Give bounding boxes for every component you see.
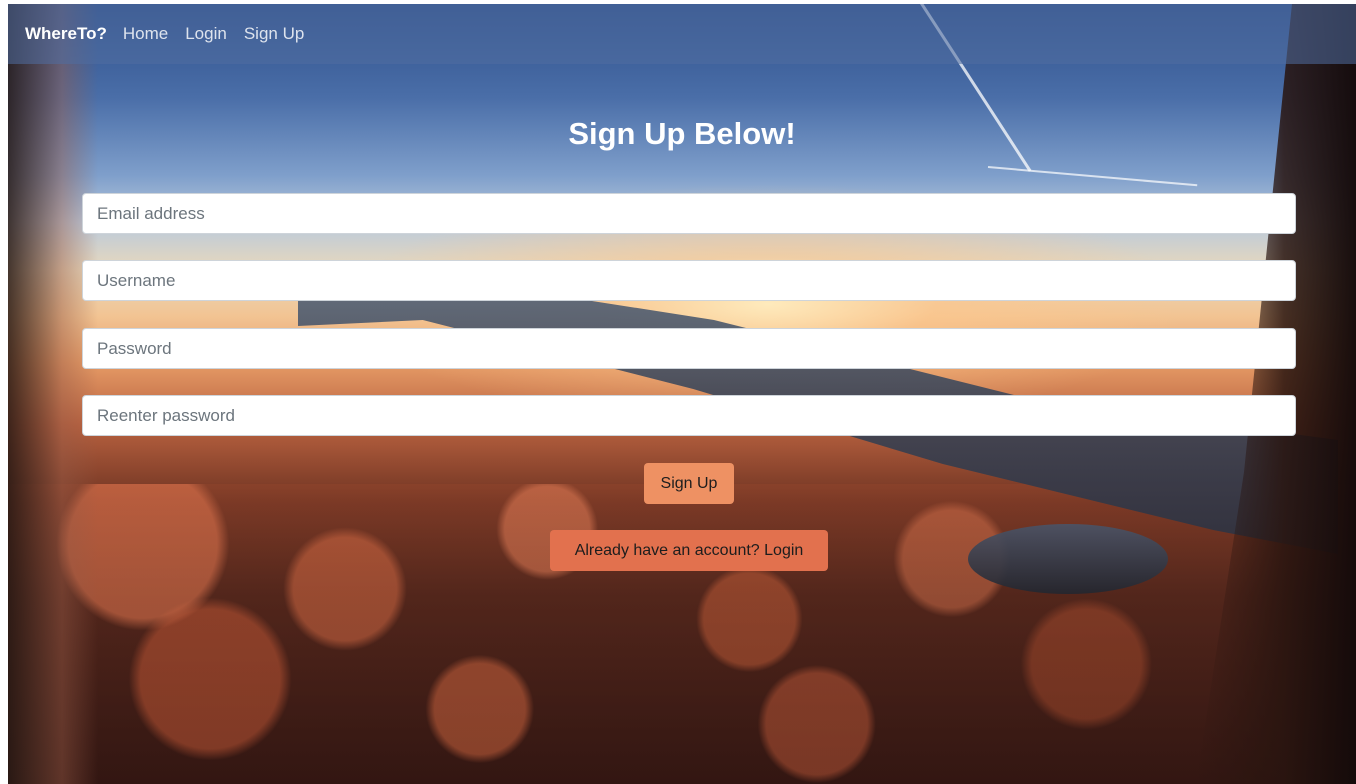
background-contrail-secondary: [987, 166, 1198, 187]
nav-link-signup[interactable]: Sign Up: [244, 24, 304, 44]
reenter-password-field[interactable]: [82, 395, 1296, 436]
navbar: WhereTo? Home Login Sign Up: [8, 4, 1356, 64]
nav-link-login[interactable]: Login: [185, 24, 227, 44]
navbar-brand[interactable]: WhereTo?: [25, 24, 107, 44]
sign-up-button[interactable]: Sign Up: [644, 463, 734, 504]
background-airplane-engine: [968, 524, 1168, 594]
page-viewport: WhereTo? Home Login Sign Up Sign Up Belo…: [8, 4, 1356, 784]
background-clouds: [8, 484, 1356, 784]
login-redirect-button[interactable]: Already have an account? Login: [550, 530, 828, 571]
email-field[interactable]: [82, 193, 1296, 234]
username-field[interactable]: [82, 260, 1296, 301]
nav-link-home[interactable]: Home: [123, 24, 168, 44]
page-title: Sign Up Below!: [568, 116, 796, 151]
password-field[interactable]: [82, 328, 1296, 369]
